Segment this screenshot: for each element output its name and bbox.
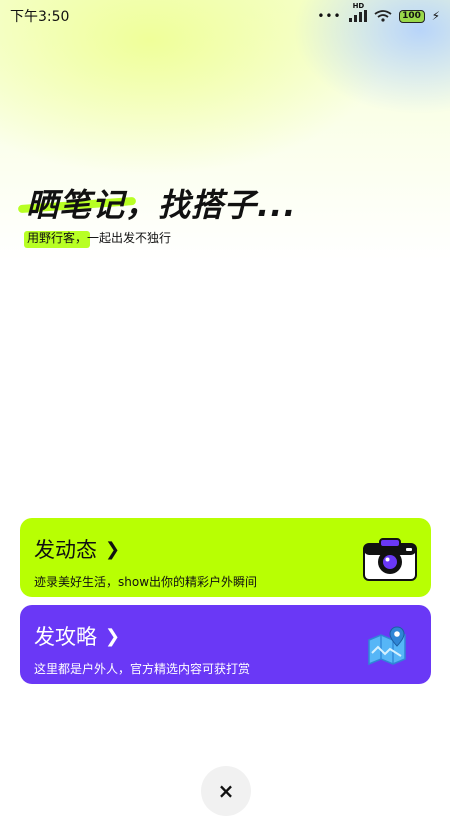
hero-headline: 晒笔记，找搭子... [26, 186, 297, 224]
post-guide-card[interactable]: 发攻略 ❯ 这里都是户外人，官方精选内容可获打赏 [20, 605, 431, 684]
map-icon [368, 626, 406, 666]
hero-subtitle: 用野行客，一起出发不独行 [27, 231, 172, 245]
chevron-right-icon: ❯ [105, 538, 121, 560]
post-update-card[interactable]: 发动态 ❯ 迹录美好生活，show出你的精彩户外瞬间 [20, 518, 431, 597]
status-bar: 下午3:50 ••• HD 100 ⚡ [0, 0, 450, 32]
post-guide-description: 这里都是户外人，官方精选内容可获打赏 [34, 662, 251, 676]
camera-icon [363, 538, 417, 581]
battery-level: 100 [402, 11, 421, 21]
signal-icon: HD [348, 2, 367, 22]
post-update-title-row: 发动态 ❯ [34, 534, 417, 564]
post-update-title: 发动态 [34, 538, 97, 562]
charging-icon: ⚡ [431, 9, 440, 23]
post-guide-title: 发攻略 [34, 625, 97, 649]
close-button[interactable]: × [201, 766, 251, 816]
wifi-icon [374, 10, 392, 22]
status-icons: ••• HD 100 ⚡ [317, 2, 440, 23]
status-time: 下午3:50 [10, 9, 70, 25]
post-update-description: 迹录美好生活，show出你的精彩户外瞬间 [34, 575, 258, 589]
hero-subtitle-wrap: 用野行客，一起出发不独行 [24, 229, 172, 248]
post-guide-title-row: 发攻略 ❯ [34, 621, 417, 651]
chevron-right-icon: ❯ [105, 625, 121, 647]
battery-icon: 100 [398, 9, 425, 23]
dots-icon: ••• [317, 9, 342, 23]
